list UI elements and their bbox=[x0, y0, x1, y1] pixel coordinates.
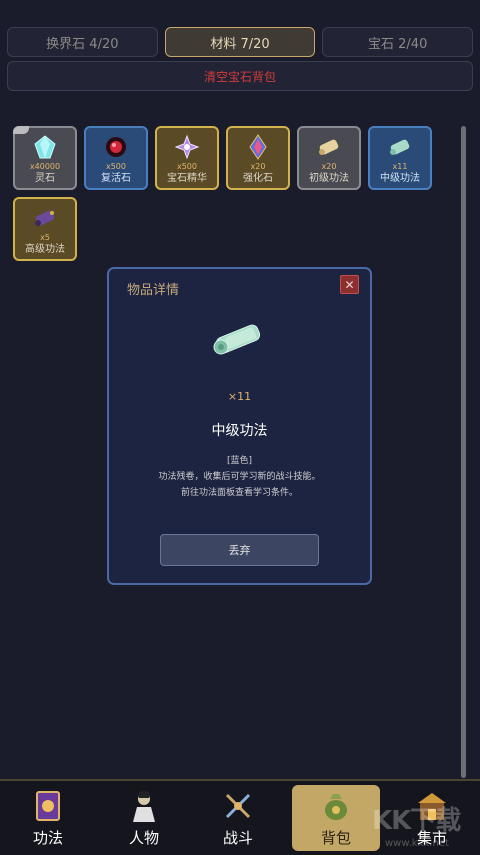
watermark-url: www.kkx.net bbox=[385, 838, 449, 849]
inventory-item-advanced-skill[interactable]: x5 高级功法 bbox=[13, 197, 77, 261]
category-tabs: 换界石 4/20 材料 7/20 宝石 2/40 bbox=[7, 27, 474, 57]
item-detail-modal: 物品详情 ✕ ×11 中级功法 [蓝色] 功法残卷，收集后可学习新的战斗技能。 … bbox=[107, 267, 372, 585]
tab-materials[interactable]: 材料 7/20 bbox=[164, 27, 316, 57]
item-name: 宝石精华 bbox=[167, 173, 207, 184]
red-gem-icon bbox=[103, 134, 129, 160]
inventory-scrollbar[interactable] bbox=[461, 126, 466, 778]
item-description: 功法残卷，收集后可学习新的战斗技能。 前往功法面板查看学习条件。 bbox=[109, 469, 370, 501]
nav-item-character[interactable]: 人物 bbox=[114, 785, 174, 851]
scroll-icon bbox=[387, 134, 413, 160]
item-name: 中级功法 bbox=[211, 423, 268, 439]
item-count: x5 bbox=[40, 233, 50, 242]
scroll-icon bbox=[210, 319, 266, 359]
purple-gem-icon bbox=[174, 134, 200, 160]
tab-gems[interactable]: 宝石 2/40 bbox=[322, 27, 474, 57]
nav-label: 功法 bbox=[32, 829, 63, 847]
item-name: 初级功法 bbox=[309, 173, 349, 184]
watermark: KK下载 bbox=[372, 806, 461, 836]
close-button[interactable]: ✕ bbox=[340, 275, 359, 294]
tab-world-stone[interactable]: 换界石 4/20 bbox=[7, 27, 158, 57]
inventory-item-revive-stone[interactable]: x500 复活石 bbox=[84, 126, 148, 190]
item-count: x20 bbox=[321, 162, 337, 171]
item-name: 强化石 bbox=[243, 173, 273, 184]
purple-scroll-icon bbox=[32, 205, 58, 231]
description-line: 前往功法面板查看学习条件。 bbox=[180, 488, 298, 498]
inventory-item-gem-essence[interactable]: x500 宝石精华 bbox=[155, 126, 219, 190]
scroll-icon bbox=[316, 134, 342, 160]
nav-item-skills[interactable]: 功法 bbox=[18, 785, 78, 851]
nav-item-battle[interactable]: 战斗 bbox=[208, 785, 268, 851]
item-grade: [蓝色] bbox=[226, 456, 253, 466]
item-count: x20 bbox=[250, 162, 266, 171]
crossed-swords-icon bbox=[221, 789, 255, 823]
new-tag-icon bbox=[13, 126, 29, 134]
inventory-item-basic-skill[interactable]: x20 初级功法 bbox=[297, 126, 361, 190]
description-line: 功法残卷，收集后可学习新的战斗技能。 bbox=[158, 472, 321, 482]
item-count: x40000 bbox=[29, 162, 61, 171]
skill-book-icon bbox=[31, 789, 65, 823]
item-count: x500 bbox=[176, 162, 197, 171]
colorful-gem-icon bbox=[245, 134, 271, 160]
discard-button[interactable]: 丢弃 bbox=[160, 534, 319, 566]
item-name: 高级功法 bbox=[25, 244, 65, 255]
nav-item-bag[interactable]: 背包 bbox=[292, 785, 380, 851]
nav-label: 人物 bbox=[128, 829, 159, 847]
item-name: 复活石 bbox=[101, 173, 131, 184]
character-icon bbox=[127, 789, 161, 823]
crystal-icon bbox=[32, 134, 58, 160]
item-name: 中级功法 bbox=[380, 173, 420, 184]
inventory-item-spirit-stone[interactable]: x40000 灵石 bbox=[13, 126, 77, 190]
bottom-navigation: 功法 人物 战斗 背包 集市 KK下载 www.kkx.net bbox=[0, 779, 480, 855]
inventory-item-mid-skill[interactable]: x11 中级功法 bbox=[368, 126, 432, 190]
modal-title: 物品详情 bbox=[127, 283, 180, 298]
nav-label: 战斗 bbox=[222, 829, 253, 847]
item-count: ×11 bbox=[227, 390, 252, 403]
item-count: x500 bbox=[105, 162, 126, 171]
nav-label: 背包 bbox=[320, 829, 351, 847]
item-count: x11 bbox=[392, 162, 408, 171]
clear-gem-bag-button[interactable]: 清空宝石背包 bbox=[7, 61, 473, 91]
bag-icon bbox=[319, 789, 353, 823]
item-name: 灵石 bbox=[35, 173, 55, 184]
inventory-item-strengthen-stone[interactable]: x20 强化石 bbox=[226, 126, 290, 190]
